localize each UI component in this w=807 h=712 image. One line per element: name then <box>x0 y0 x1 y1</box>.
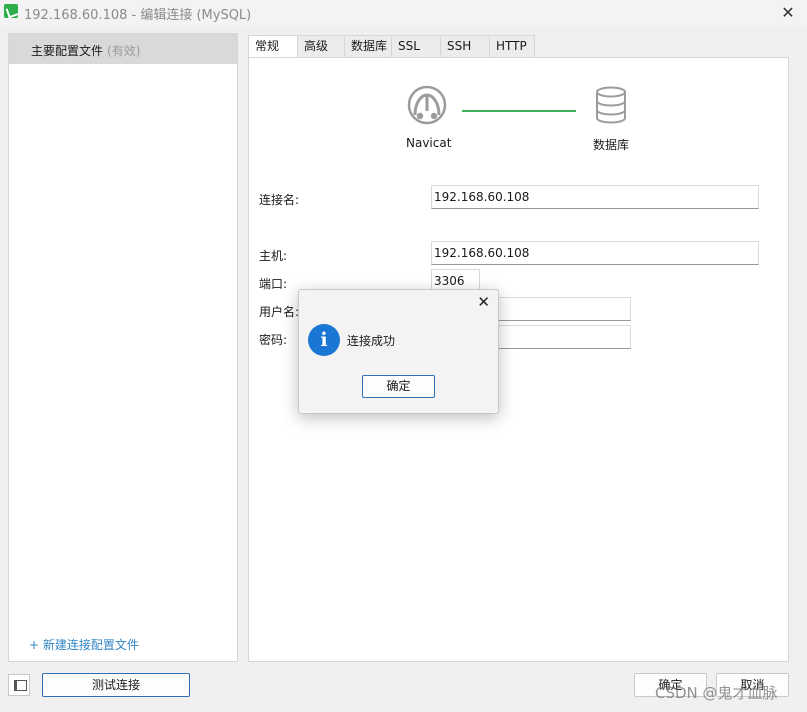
dialog-message: 连接成功 <box>347 334 396 348</box>
navicat-label: Navicat <box>406 136 452 150</box>
navicat-logo-icon <box>407 85 447 125</box>
database-icon <box>596 86 626 124</box>
tab-advanced[interactable]: 高级 <box>297 35 345 57</box>
host-input[interactable] <box>431 241 759 265</box>
watermark-text: CSDN @鬼才血脉 <box>655 684 778 702</box>
dialog-ok-button[interactable]: 确定 <box>362 375 435 398</box>
port-label: 端口: <box>259 277 288 291</box>
window-title: 192.168.60.108 - 编辑连接 (MySQL) <box>24 8 252 23</box>
connection-name-input[interactable] <box>431 185 759 209</box>
test-connection-button[interactable]: 测试连接 <box>42 673 190 697</box>
profile-name: 主要配置文件 <box>31 44 104 58</box>
new-profile-link[interactable]: + 新建连接配置文件 <box>29 636 139 653</box>
title-bar: 192.168.60.108 - 编辑连接 (MySQL) ✕ <box>0 0 807 26</box>
profile-status: (有效) <box>107 44 141 58</box>
tab-http[interactable]: HTTP <box>489 35 535 57</box>
tab-ssh[interactable]: SSH <box>440 35 490 57</box>
toggle-sidebar-icon[interactable] <box>8 674 30 696</box>
database-label: 数据库 <box>593 138 630 152</box>
tab-ssl[interactable]: SSL <box>391 35 441 57</box>
connection-name-label: 连接名: <box>259 193 300 207</box>
tab-general[interactable]: 常规 <box>248 35 299 58</box>
dialog-close-icon[interactable]: ✕ <box>477 293 490 311</box>
host-label: 主机: <box>259 249 288 263</box>
connection-success-dialog: ✕ i 连接成功 确定 <box>298 289 499 414</box>
password-label: 密码: <box>259 333 288 347</box>
window-close-icon[interactable]: ✕ <box>777 2 799 24</box>
connection-line <box>462 110 576 112</box>
username-label: 用户名: <box>259 305 300 319</box>
profile-item-main[interactable]: 主要配置文件 (有效) <box>9 34 237 64</box>
profile-sidebar: 主要配置文件 (有效) + 新建连接配置文件 <box>8 33 238 662</box>
tab-databases[interactable]: 数据库 <box>344 35 392 57</box>
navicat-app-icon <box>4 4 18 18</box>
info-icon: i <box>308 324 340 356</box>
profile-item-label: 主要配置文件 (有效) <box>31 42 140 59</box>
